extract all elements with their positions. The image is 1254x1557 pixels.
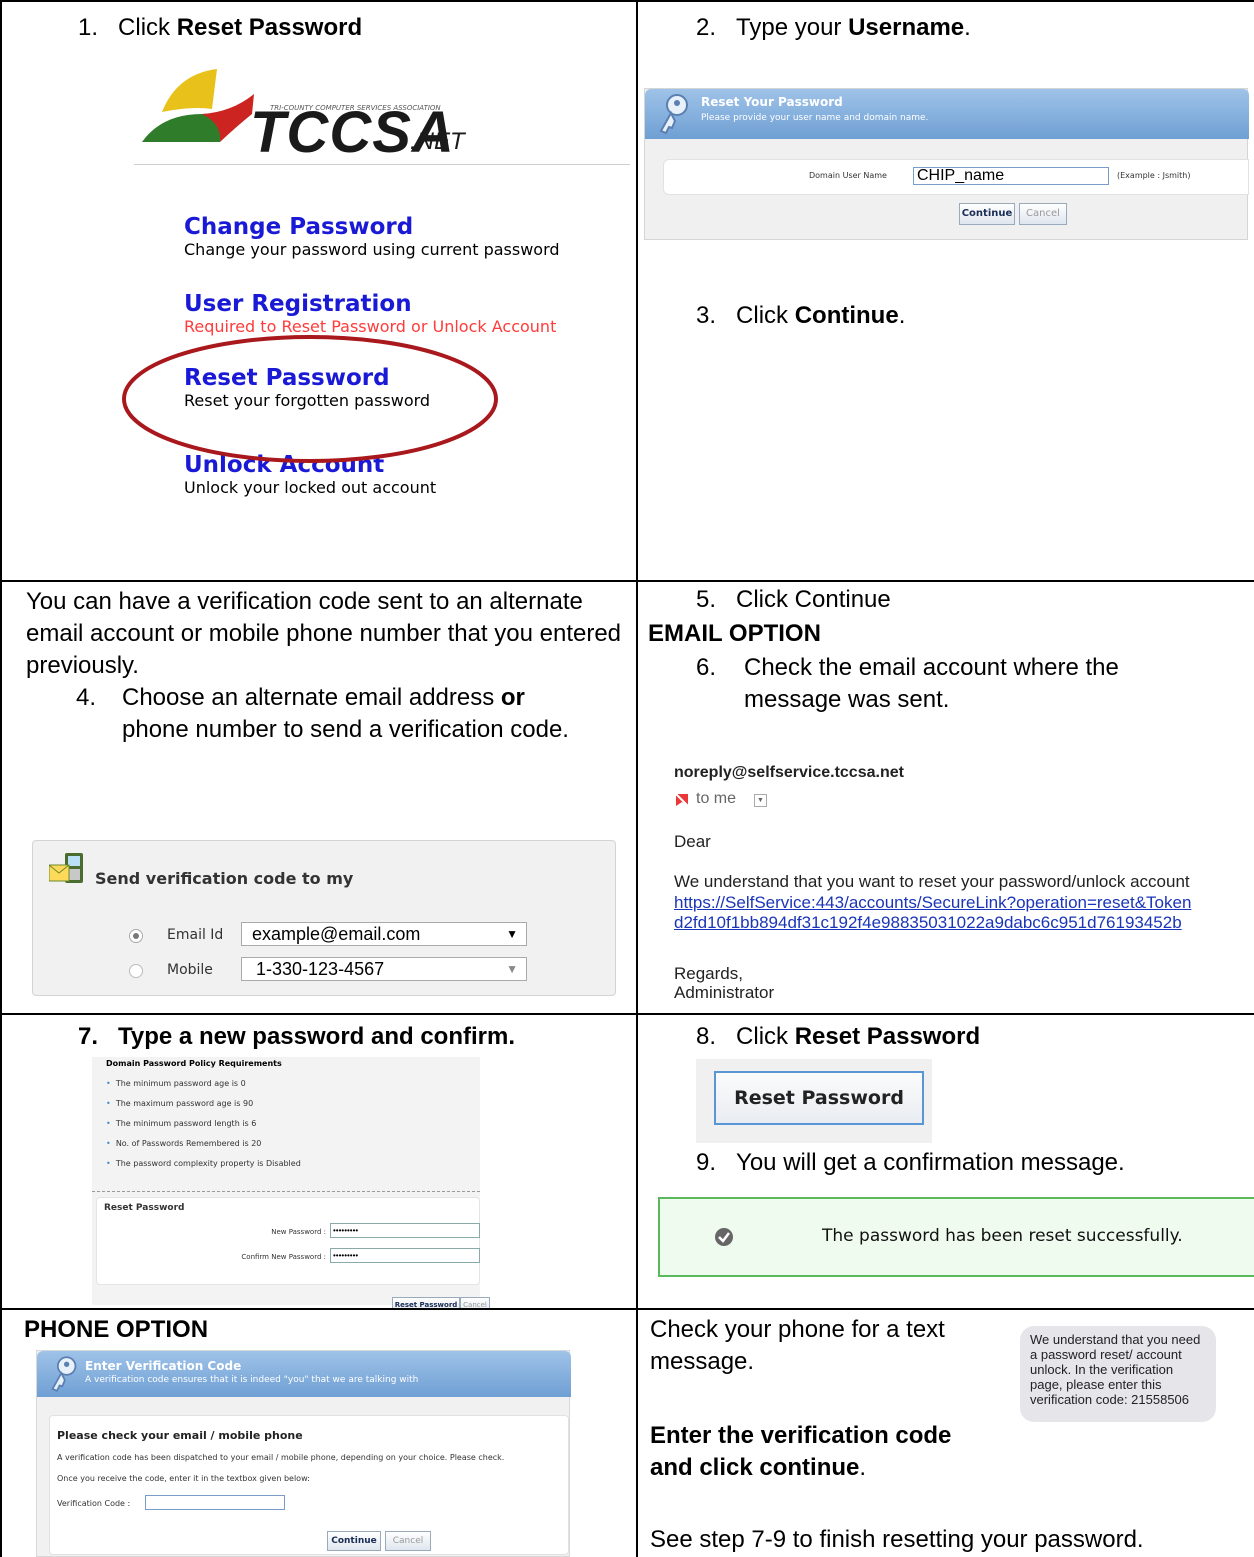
step4-num: 4. xyxy=(76,684,97,711)
divider xyxy=(134,164,630,165)
step7-instruction: 7. Type a new password and confirm. xyxy=(78,1023,516,1050)
domain-username-input[interactable]: CHIP_name xyxy=(913,167,1109,185)
check-circle-icon xyxy=(715,1228,733,1246)
to-me: to me xyxy=(696,790,737,807)
reset-your-password-panel: Reset Your Password Please provide your … xyxy=(644,88,1249,240)
cell-step8-9: 8. Click Reset Password Reset Password 9… xyxy=(638,1015,1254,1308)
step6-instruction: Check the email account where the messag… xyxy=(744,654,1119,713)
step1-instruction: 1. Click Reset Password xyxy=(78,14,363,41)
cell-phone-option: PHONE OPTION Enter Verification Code A v… xyxy=(2,1310,636,1557)
email-greeting: Dear xyxy=(674,832,711,851)
menu-item-change-password[interactable]: Change Password Change your password usi… xyxy=(184,214,560,259)
phone-option-heading: PHONE OPTION xyxy=(24,1316,209,1343)
email-sender: noreply@selfservice.tccsa.net xyxy=(674,764,904,781)
new-password-input[interactable]: ••••••••• xyxy=(330,1223,480,1238)
tccsa-logo: TRI-COUNTY COMPUTER SERVICES ASSOCIATION… xyxy=(142,64,482,162)
phone-email-icon xyxy=(49,853,83,883)
reset-password-button[interactable]: Reset Password xyxy=(392,1297,460,1308)
details-dropdown[interactable]: ▼ xyxy=(754,794,767,807)
unread-marker-icon xyxy=(674,792,690,808)
secure-link-token[interactable]: d2fd10f1bb894df31c192f4e98835031022a9dab… xyxy=(674,913,1182,933)
cell-step4: You can have a verification code sent to… xyxy=(2,582,636,1013)
secure-link[interactable]: https://SelfService:443/accounts/SecureL… xyxy=(674,893,1191,913)
step5-instruction: 5. Click Continue xyxy=(696,586,891,613)
email-body: We understand that you want to reset you… xyxy=(674,872,1190,891)
continue-button[interactable]: Continue xyxy=(327,1531,381,1551)
cell-phone-instructions: Check your phone for a text message. Ent… xyxy=(638,1310,1254,1557)
field-label: Domain User Name xyxy=(809,171,887,180)
step2-instruction: 2. Type your Username. xyxy=(696,14,971,41)
confirm-password-input[interactable]: ••••••••• xyxy=(330,1248,480,1263)
enter-verification-panel: Enter Verification Code A verification c… xyxy=(36,1350,571,1557)
email-signature: Administrator xyxy=(674,983,775,1002)
cell-step1: 1. Click Reset Password TRI-COUNTY COMPU… xyxy=(2,2,636,580)
see-step-text: See step 7-9 to finish resetting your pa… xyxy=(650,1526,1144,1553)
success-message-box: The password has been reset successfully… xyxy=(658,1197,1254,1277)
enter-code-text: Enter the verification code and click co… xyxy=(650,1422,952,1481)
dropdown-arrow-icon: ▼ xyxy=(506,962,518,976)
email-select[interactable]: example@email.com ▼ xyxy=(241,922,527,946)
step4-instruction: Choose an alternate email address or pho… xyxy=(122,684,569,743)
continue-button[interactable]: Continue xyxy=(959,203,1015,225)
intro-text: You can have a verification code sent to… xyxy=(26,588,622,679)
cancel-button[interactable]: Cancel xyxy=(460,1297,490,1308)
sms-bubble: We understand that you need a password r… xyxy=(1020,1326,1216,1422)
key-icon xyxy=(659,94,688,135)
step9-instruction: 9. You will get a confirmation message. xyxy=(696,1149,1125,1176)
policy-list: • The minimum password age is 0 • The ma… xyxy=(106,1079,301,1168)
check-phone-text: Check your phone for a text message. xyxy=(650,1316,945,1375)
email-option-heading: EMAIL OPTION xyxy=(648,620,821,647)
password-policy-panel: Domain Password Policy Requirements • Th… xyxy=(92,1057,490,1308)
send-code-box: Send verification code to my Email Id ex… xyxy=(32,840,616,996)
cancel-button[interactable]: Cancel xyxy=(1019,203,1067,225)
cell-step5-6: 5. Click Continue EMAIL OPTION 6. Check … xyxy=(638,582,1254,1013)
cell-step7: 7. Type a new password and confirm. Doma… xyxy=(2,1015,636,1308)
mobile-select[interactable]: 1-330-123-4567 ▼ xyxy=(241,957,527,981)
step8-instruction: 8. Click Reset Password xyxy=(696,1023,981,1050)
key-icon xyxy=(51,1356,77,1392)
highlight-ellipse xyxy=(122,335,498,463)
cancel-button[interactable]: Cancel xyxy=(385,1531,431,1551)
step3-instruction: 3. Click Continue. xyxy=(696,302,906,329)
verification-code-input[interactable] xyxy=(145,1495,285,1510)
reset-password-big-button[interactable]: Reset Password xyxy=(714,1071,924,1125)
email-regards: Regards, xyxy=(674,964,743,983)
email-radio[interactable] xyxy=(129,929,143,943)
dropdown-arrow-icon: ▼ xyxy=(506,927,518,941)
mobile-radio[interactable] xyxy=(129,964,143,978)
step6-num: 6. xyxy=(696,654,717,681)
cell-step2-3: 2. Type your Username. Reset Your Passwo… xyxy=(638,2,1254,580)
